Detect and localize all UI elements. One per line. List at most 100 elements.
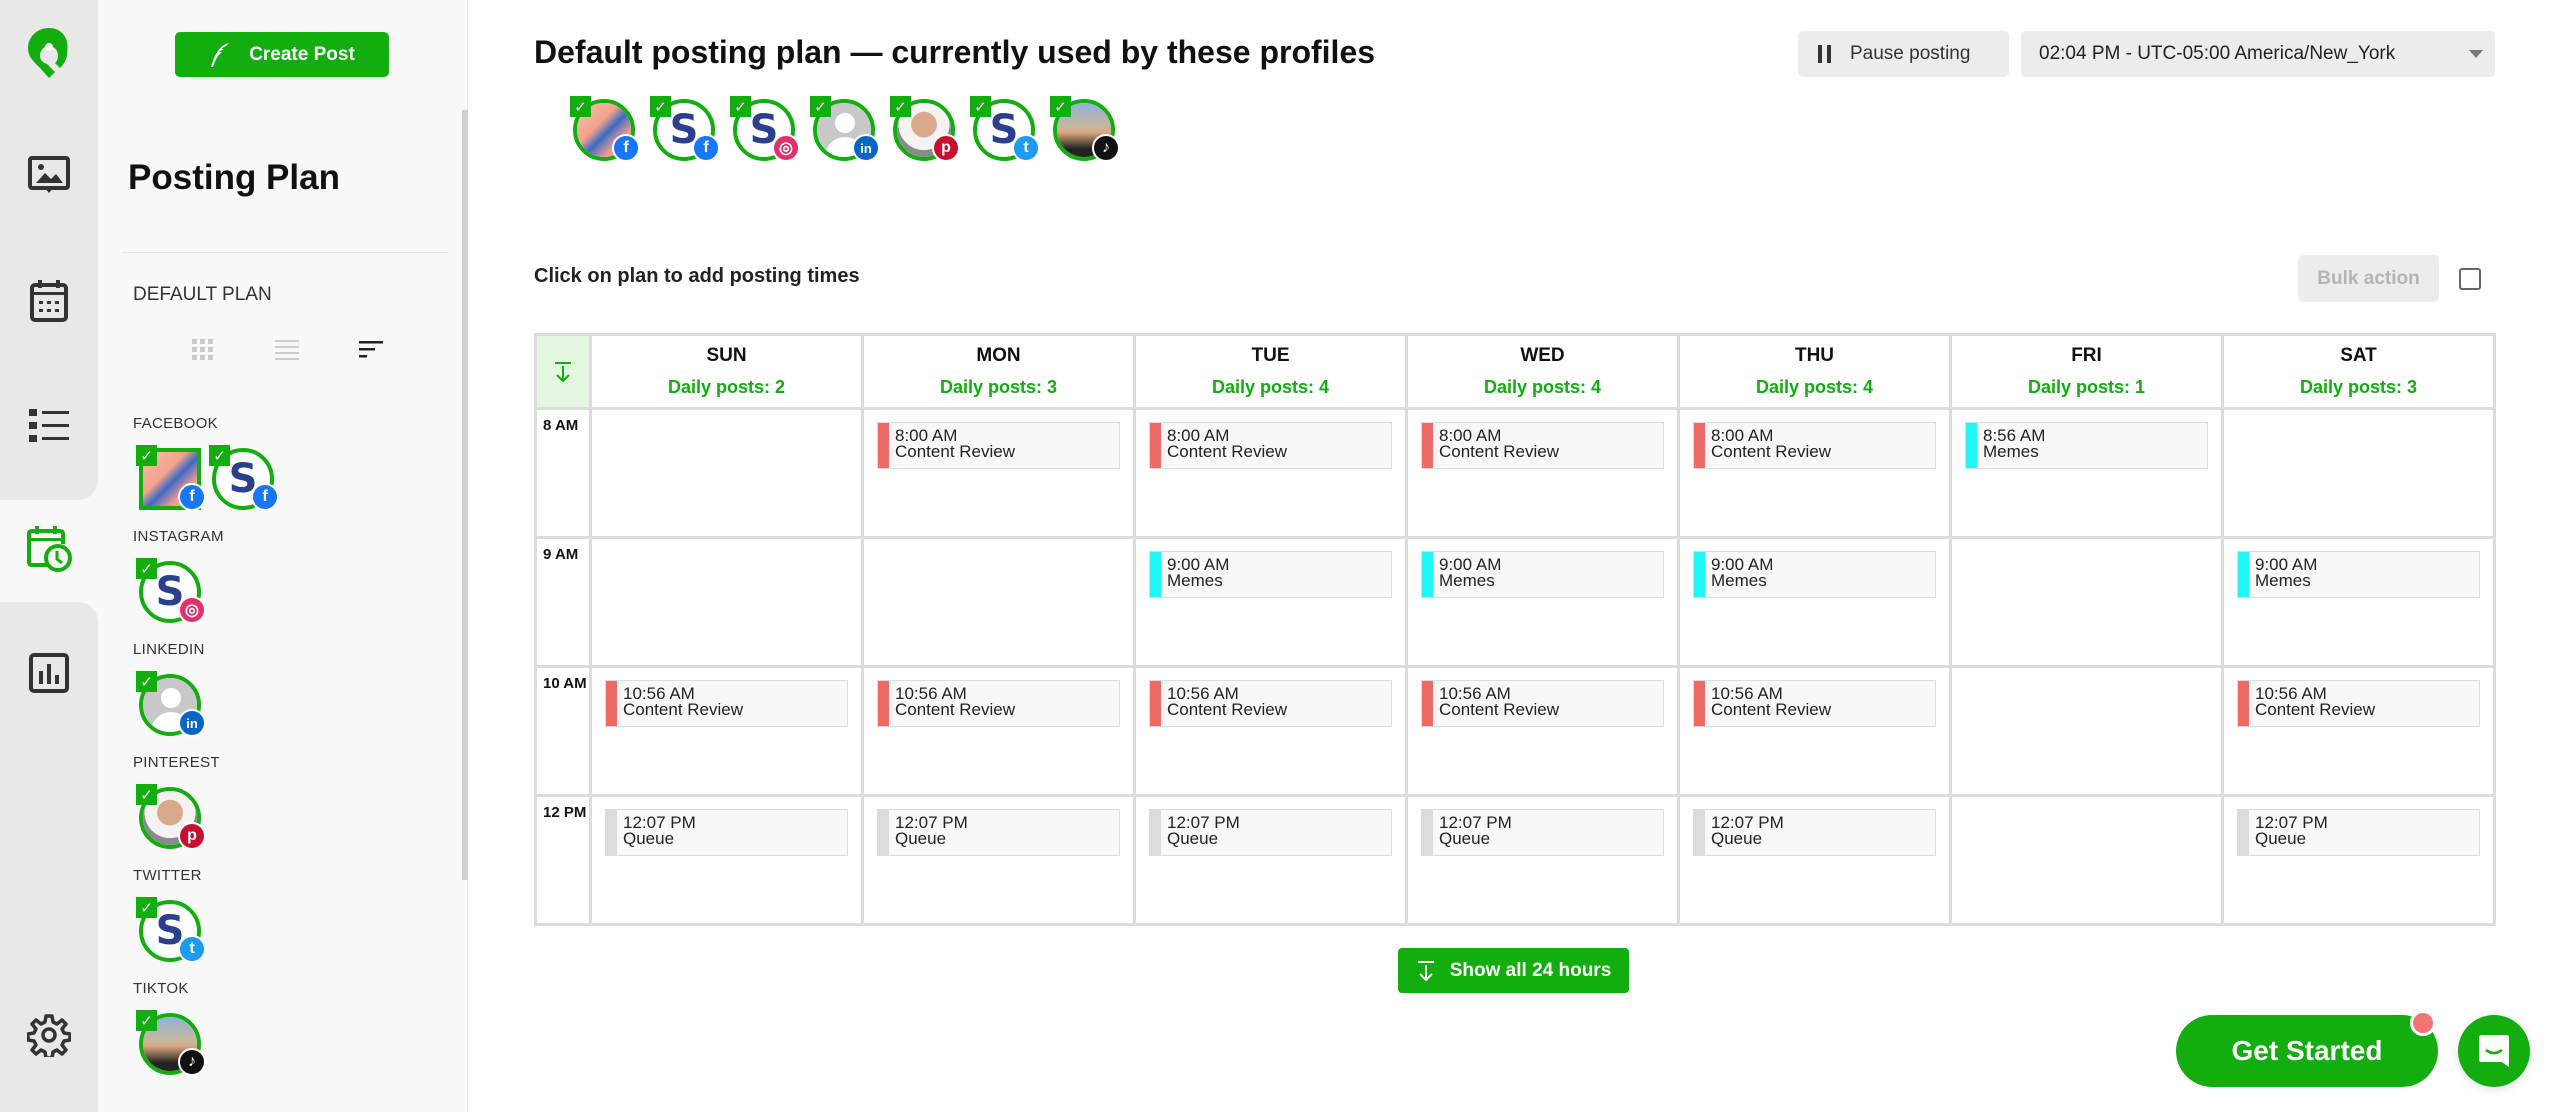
plan-cell[interactable]: 8:00 AM Content Review [1136, 410, 1405, 536]
posting-slot[interactable]: 10:56 AM Content Review [1149, 680, 1392, 727]
rail-item-calendar[interactable] [24, 276, 74, 326]
posting-slot[interactable]: 12:07 PM Queue [1149, 809, 1392, 856]
plan-cell[interactable]: 10:56 AM Content Review [864, 668, 1133, 794]
timezone-select[interactable]: 02:04 PM - UTC-05:00 America/New_York [2021, 31, 2495, 77]
checkmark-icon[interactable]: ✓ [1050, 96, 1071, 117]
profile-avatar[interactable]: S ✓ ◎ [730, 96, 800, 162]
plan-cell[interactable]: 12:07 PM Queue [864, 797, 1133, 923]
grid-view-toggle[interactable] [188, 336, 218, 364]
checkmark-icon[interactable]: ✓ [209, 445, 230, 466]
profile-avatar[interactable]: ✓ in [810, 96, 880, 162]
posting-slot[interactable]: 10:56 AM Content Review [2237, 680, 2480, 727]
profile-avatar[interactable]: ✓ p [136, 784, 206, 850]
plan-cell[interactable]: 12:07 PM Queue [1680, 797, 1949, 923]
plan-cell[interactable]: 9:00 AM Memes [2224, 539, 2493, 665]
plan-cell[interactable]: 8:00 AM Content Review [864, 410, 1133, 536]
plan-cell[interactable]: 8:56 AM Memes [1952, 410, 2221, 536]
bulk-action-button[interactable]: Bulk action [2298, 255, 2439, 302]
plan-cell[interactable]: 12:07 PM Queue [2224, 797, 2493, 923]
list-view-toggle[interactable] [272, 336, 302, 364]
posting-slot[interactable]: 12:07 PM Queue [605, 809, 848, 856]
checkmark-icon[interactable]: ✓ [970, 96, 991, 117]
plan-cell[interactable] [2224, 410, 2493, 536]
sorted-view-toggle[interactable] [356, 336, 386, 364]
instagram-icon: ◎ [178, 596, 206, 624]
create-post-button[interactable]: Create Post [175, 32, 389, 77]
checkmark-icon[interactable]: ✓ [890, 96, 911, 117]
checkmark-icon[interactable]: ✓ [136, 784, 157, 805]
show-all-hours-button[interactable]: Show all 24 hours [1398, 948, 1629, 993]
profile-avatar[interactable]: S ✓ f [650, 96, 720, 162]
plan-cell[interactable] [1952, 797, 2221, 923]
posting-slot[interactable]: 8:00 AM Content Review [1149, 422, 1392, 469]
plan-cell[interactable]: 9:00 AM Memes [1680, 539, 1949, 665]
rail-item-media-library[interactable] [24, 152, 74, 202]
plan-cell[interactable]: 10:56 AM Content Review [592, 668, 861, 794]
plan-cell[interactable]: 10:56 AM Content Review [1136, 668, 1405, 794]
profile-avatar[interactable]: S ✓ t [970, 96, 1040, 162]
profile-avatar[interactable]: ✓ f [136, 445, 206, 511]
day-header-fri: FRI Daily posts: 1 [1952, 336, 2221, 407]
posting-slot[interactable]: 12:07 PM Queue [877, 809, 1120, 856]
rail-item-settings[interactable] [24, 1010, 74, 1060]
profile-avatar[interactable]: S ✓ t [136, 897, 206, 963]
plan-cell[interactable]: 10:56 AM Content Review [1408, 668, 1677, 794]
pause-posting-button[interactable]: Pause posting [1798, 31, 2009, 77]
profile-avatar[interactable]: ✓ f [570, 96, 640, 162]
checkmark-icon[interactable]: ✓ [136, 1010, 157, 1031]
plan-cell[interactable] [592, 410, 861, 536]
posting-slot[interactable]: 10:56 AM Content Review [1693, 680, 1936, 727]
plan-cell[interactable]: 8:00 AM Content Review [1680, 410, 1949, 536]
plan-cell[interactable] [1952, 668, 2221, 794]
plan-cell[interactable]: 9:00 AM Memes [1136, 539, 1405, 665]
checkmark-icon[interactable]: ✓ [136, 897, 157, 918]
profile-avatar[interactable]: S ✓ f [209, 445, 279, 511]
checkmark-icon[interactable]: ✓ [650, 96, 671, 117]
plan-cell[interactable]: 12:07 PM Queue [1408, 797, 1677, 923]
hour-label: 8 AM [537, 410, 589, 536]
plan-cell[interactable]: 10:56 AM Content Review [1680, 668, 1949, 794]
profile-avatar[interactable]: ✓ ♪ [1050, 96, 1120, 162]
posting-slot[interactable]: 9:00 AM Memes [1421, 551, 1664, 598]
plan-cell[interactable]: 9:00 AM Memes [1408, 539, 1677, 665]
checkmark-icon[interactable]: ✓ [136, 558, 157, 579]
plan-cell[interactable]: 10:56 AM Content Review [2224, 668, 2493, 794]
checkmark-icon[interactable]: ✓ [570, 96, 591, 117]
profile-avatar[interactable]: ✓ in [136, 671, 206, 737]
posting-slot[interactable]: 9:00 AM Memes [2237, 551, 2480, 598]
chat-button[interactable] [2458, 1015, 2530, 1087]
posting-slot[interactable]: 8:00 AM Content Review [1421, 422, 1664, 469]
plan-cell[interactable]: 12:07 PM Queue [1136, 797, 1405, 923]
profile-avatar[interactable]: S ✓ ◎ [136, 558, 206, 624]
posting-slot[interactable]: 8:00 AM Content Review [877, 422, 1120, 469]
rail-item-posting-plan[interactable] [24, 524, 74, 574]
posting-slot[interactable]: 10:56 AM Content Review [877, 680, 1120, 727]
posting-slot[interactable]: 8:56 AM Memes [1965, 422, 2208, 469]
plan-cell[interactable] [592, 539, 861, 665]
location-pin-logo-icon[interactable] [24, 28, 74, 80]
expand-hours-toggle[interactable] [537, 336, 589, 407]
get-started-button[interactable]: Get Started [2176, 1015, 2438, 1087]
rail-item-analytics[interactable] [24, 648, 74, 698]
checkmark-icon[interactable]: ✓ [730, 96, 751, 117]
posting-slot[interactable]: 8:00 AM Content Review [1693, 422, 1936, 469]
checkmark-icon[interactable]: ✓ [136, 445, 157, 466]
rail-item-posts-list[interactable] [24, 400, 74, 450]
day-header-sat: SAT Daily posts: 3 [2224, 336, 2493, 407]
posting-slot[interactable]: 9:00 AM Memes [1693, 551, 1936, 598]
profile-avatar[interactable]: ✓ p [890, 96, 960, 162]
select-all-checkbox[interactable] [2459, 268, 2481, 290]
plan-cell[interactable] [864, 539, 1133, 665]
posting-slot[interactable]: 9:00 AM Memes [1149, 551, 1392, 598]
posting-slot[interactable]: 12:07 PM Queue [2237, 809, 2480, 856]
posting-slot[interactable]: 12:07 PM Queue [1693, 809, 1936, 856]
checkmark-icon[interactable]: ✓ [136, 671, 157, 692]
posting-slot[interactable]: 10:56 AM Content Review [1421, 680, 1664, 727]
profile-avatar[interactable]: ✓ ♪ [136, 1010, 206, 1076]
plan-cell[interactable]: 8:00 AM Content Review [1408, 410, 1677, 536]
plan-cell[interactable] [1952, 539, 2221, 665]
posting-slot[interactable]: 10:56 AM Content Review [605, 680, 848, 727]
checkmark-icon[interactable]: ✓ [810, 96, 831, 117]
plan-cell[interactable]: 12:07 PM Queue [592, 797, 861, 923]
posting-slot[interactable]: 12:07 PM Queue [1421, 809, 1664, 856]
